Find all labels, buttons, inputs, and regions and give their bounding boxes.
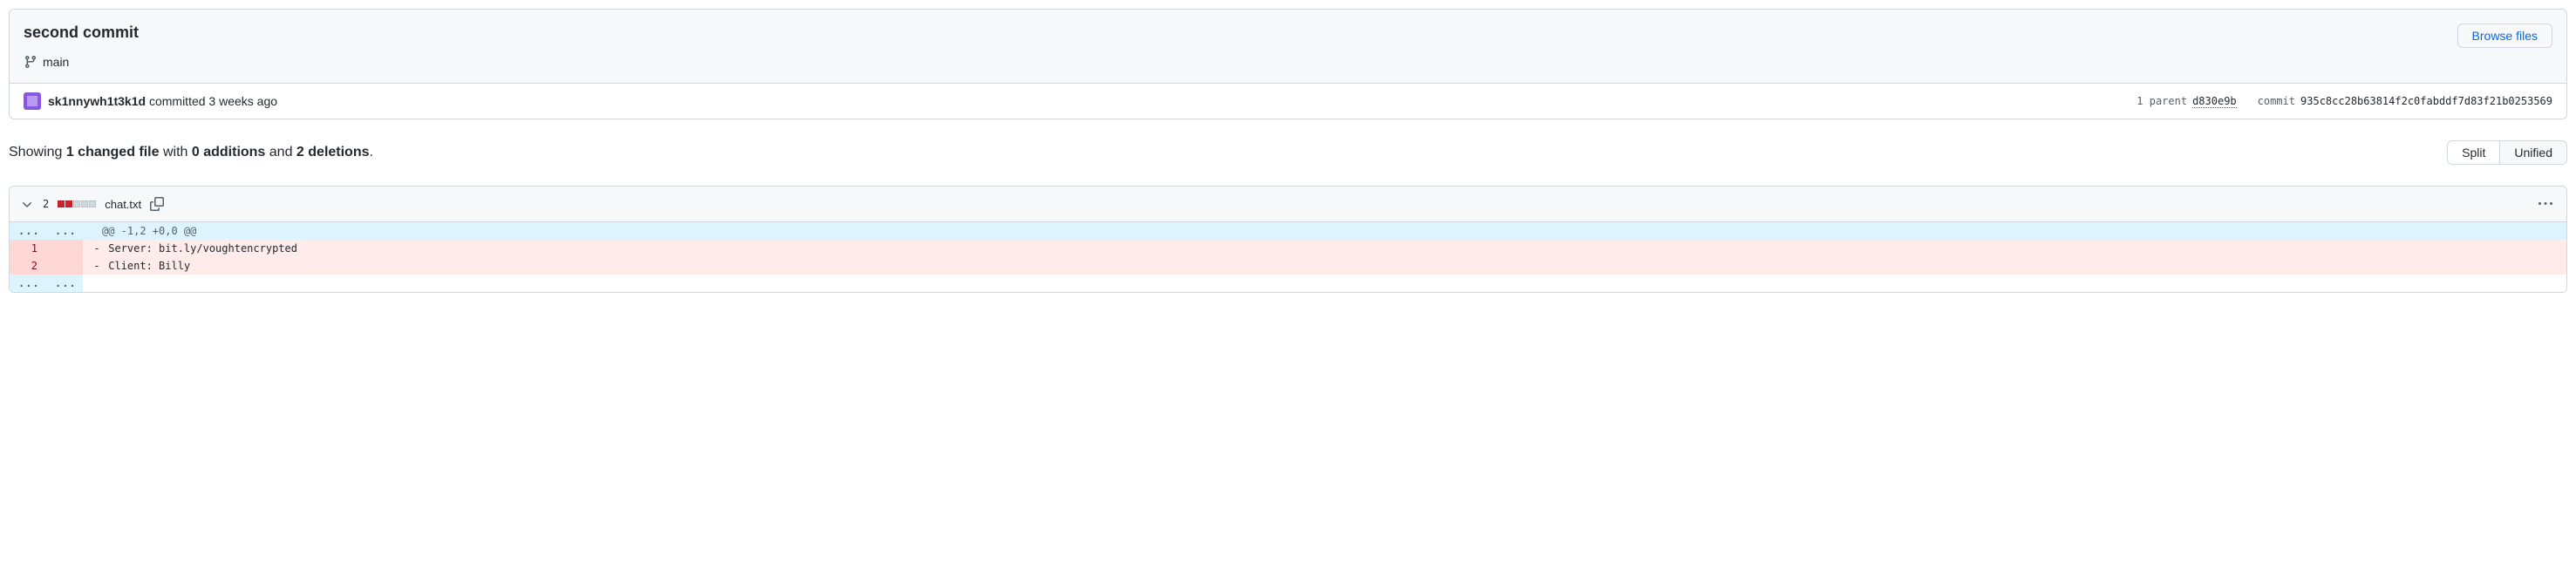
diff-square-deletion	[58, 200, 65, 207]
expand-row: ... ...	[10, 275, 2566, 292]
commit-sha-label: commit	[2258, 95, 2295, 107]
unified-view-button[interactable]: Unified	[2500, 141, 2566, 164]
file-change-count: 2	[43, 198, 49, 210]
chevron-down-icon	[20, 197, 34, 211]
parent-info: 1 parent d830e9b	[2136, 95, 2236, 108]
deletion-marker: -	[92, 240, 102, 257]
git-branch-icon	[24, 55, 37, 69]
diff-squares	[58, 200, 96, 207]
commit-full-sha: 935c8cc28b63814f2c0fabddf7d83f21b0253569	[2300, 95, 2552, 107]
expand-up-button[interactable]: ...	[46, 222, 83, 240]
commit-action-text: committed	[149, 94, 208, 108]
commit-info-right: 1 parent d830e9b commit 935c8cc28b63814f…	[2136, 95, 2552, 108]
deletions-count: 2 deletions	[296, 145, 370, 160]
diff-stats-text: Showing 1 changed file with 0 additions …	[9, 145, 373, 160]
commit-box: second commit Browse files main sk1nnywh…	[9, 9, 2567, 119]
diff-square-neutral	[89, 200, 96, 207]
parent-label: 1 parent	[2136, 95, 2187, 107]
avatar-image	[27, 96, 37, 106]
file-header: 2 chat.txt	[10, 187, 2566, 222]
hunk-header-row: ... ... @@ -1,2 +0,0 @@	[10, 222, 2566, 240]
commit-title: second commit	[24, 24, 139, 42]
old-line-number[interactable]: 2	[10, 257, 46, 275]
deletion-marker: -	[92, 257, 102, 275]
line-content: - Server: bit.ly/voughtencrypted	[83, 240, 2566, 257]
collapse-file-button[interactable]	[20, 197, 34, 211]
author-link[interactable]: sk1nnywh1t3k1d	[48, 94, 146, 108]
split-view-button[interactable]: Split	[2448, 141, 2500, 164]
diff-view-toggle: Split Unified	[2447, 140, 2567, 165]
copy-path-button[interactable]	[150, 197, 164, 211]
branch-link[interactable]: main	[43, 55, 69, 69]
commit-meta: sk1nnywh1t3k1d committed 3 weeks ago 1 p…	[10, 83, 2566, 119]
line-content: - Client: Billy	[83, 257, 2566, 275]
diff-line-deletion: 1 - Server: bit.ly/voughtencrypted	[10, 240, 2566, 257]
kebab-horizontal-icon	[2539, 197, 2552, 211]
expand-down-button[interactable]: ...	[10, 275, 46, 292]
expand-down-button[interactable]: ...	[46, 275, 83, 292]
diff-table: ... ... @@ -1,2 +0,0 @@ 1 - Server: bit.…	[10, 222, 2566, 292]
author-section: sk1nnywh1t3k1d committed 3 weeks ago	[24, 92, 277, 110]
browse-files-button[interactable]: Browse files	[2457, 24, 2552, 48]
diff-square-neutral	[81, 200, 88, 207]
parent-sha-link[interactable]: d830e9b	[2192, 95, 2237, 108]
file-diff: 2 chat.txt	[9, 186, 2567, 293]
new-line-number[interactable]	[46, 257, 83, 275]
file-actions-menu[interactable]	[2535, 194, 2556, 214]
commit-title-row: second commit Browse files	[24, 24, 2552, 48]
diff-line-deletion: 2 - Client: Billy	[10, 257, 2566, 275]
commit-sha-info: commit 935c8cc28b63814f2c0fabddf7d83f21b…	[2258, 95, 2552, 108]
copy-icon	[150, 197, 164, 211]
files-changed-count: 1 changed file	[66, 145, 160, 160]
expand-up-button[interactable]: ...	[10, 222, 46, 240]
avatar[interactable]	[24, 92, 41, 110]
expand-content	[83, 275, 2566, 292]
commit-header: second commit Browse files main	[10, 10, 2566, 83]
commit-time: 3 weeks ago	[208, 94, 277, 108]
diff-square-neutral	[73, 200, 80, 207]
diff-stats-row: Showing 1 changed file with 0 additions …	[9, 126, 2567, 179]
file-name-link[interactable]: chat.txt	[105, 198, 141, 211]
file-header-left: 2 chat.txt	[20, 197, 164, 211]
diff-square-deletion	[65, 200, 72, 207]
branch-row: main	[24, 55, 2552, 69]
new-line-number[interactable]	[46, 240, 83, 257]
additions-count: 0 additions	[192, 145, 265, 160]
hunk-header-text: @@ -1,2 +0,0 @@	[83, 222, 2566, 240]
old-line-number[interactable]: 1	[10, 240, 46, 257]
